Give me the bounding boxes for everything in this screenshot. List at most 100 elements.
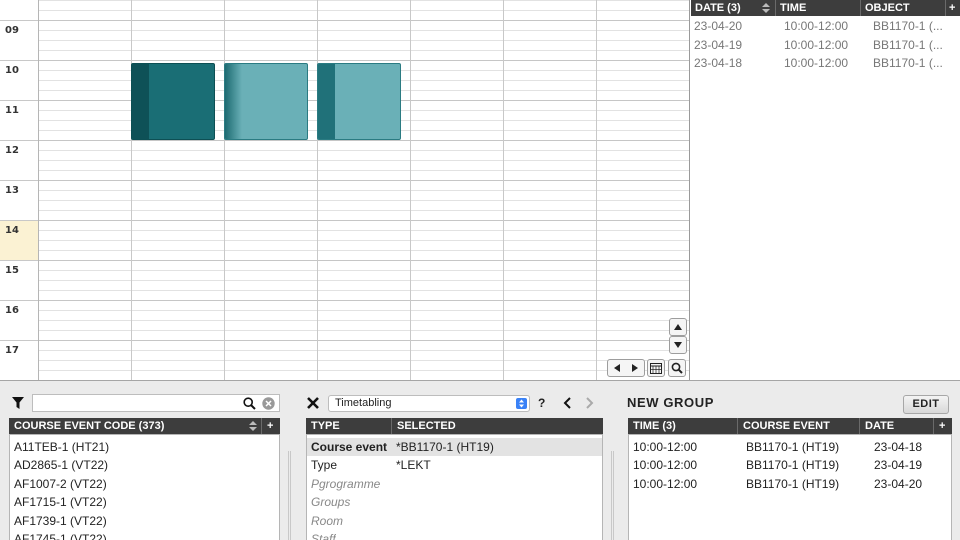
day-column-divider	[317, 0, 318, 380]
add-column-button[interactable]: +	[946, 0, 960, 16]
selected-cell: *LEKT	[396, 458, 431, 472]
day-column-divider	[224, 0, 225, 380]
new-group-header: TIME (3) COURSE EVENT DATE +	[628, 418, 952, 434]
object-cell: BB1170-1 (...	[873, 38, 943, 52]
column-label: SELECTED	[397, 420, 456, 432]
booking-block[interactable]	[317, 63, 401, 140]
column-label: DATE (3)	[695, 2, 741, 14]
hour-cell-12: 12	[0, 140, 38, 180]
selected-column-header[interactable]: SELECTED	[392, 418, 603, 434]
help-button[interactable]: ?	[538, 396, 545, 410]
quarter-gridline	[39, 40, 689, 41]
quarter-gridline	[39, 360, 689, 361]
new-group-title: NEW GROUP	[627, 395, 715, 410]
booking-stripe	[132, 64, 149, 139]
hour-label: 13	[5, 185, 19, 196]
booking-stripe	[318, 64, 335, 139]
quarter-gridline	[39, 230, 689, 231]
add-column-button[interactable]: +	[262, 418, 280, 434]
quarter-gridline	[39, 160, 689, 161]
select-value: Timetabling	[335, 397, 392, 409]
course-event-column-header[interactable]: COURSE EVENT	[738, 418, 860, 434]
table-row[interactable]: 23-04-19 10:00-12:00 BB1170-1 (...	[691, 36, 960, 54]
filter-row[interactable]: Room	[307, 512, 602, 530]
table-row[interactable]: 23-04-20 10:00-12:00 BB1170-1 (...	[691, 17, 960, 35]
calendar-button[interactable]	[647, 359, 665, 377]
prev-next-buttons[interactable]	[607, 359, 645, 377]
quarter-gridline	[39, 50, 689, 51]
time-column-header[interactable]: TIME	[776, 0, 861, 16]
object-column-header[interactable]: OBJECT	[861, 0, 946, 16]
triangle-left-icon[interactable]	[614, 364, 620, 372]
add-column-button[interactable]: +	[934, 418, 952, 434]
table-row[interactable]: 10:00-12:00 BB1170-1 (HT19) 23-04-19	[629, 456, 951, 474]
filter-row[interactable]: Groups	[307, 493, 602, 511]
filter-row[interactable]: Pgrogramme	[307, 475, 602, 493]
magnifier-icon	[671, 362, 683, 374]
chevron-left-icon[interactable]	[563, 397, 571, 409]
list-item[interactable]: AF1739-1 (VT22)	[14, 512, 107, 530]
new-group-table[interactable]: 10:00-12:00 BB1170-1 (HT19) 23-04-18 10:…	[628, 434, 952, 540]
chevron-right-icon[interactable]	[586, 397, 594, 409]
object-cell: BB1170-1 (...	[873, 19, 943, 33]
course-list[interactable]: A11TEB-1 (HT21) AD2865-1 (VT22) AF1007-2…	[9, 434, 280, 540]
list-item[interactable]: AF1745-1 (VT22)	[14, 530, 107, 540]
search-icon[interactable]	[243, 397, 256, 410]
date-cell: 23-04-19	[694, 38, 743, 52]
table-row[interactable]: 10:00-12:00 BB1170-1 (HT19) 23-04-20	[629, 475, 951, 493]
zoom-button[interactable]	[668, 359, 686, 377]
hour-cell-14: 14	[0, 220, 38, 260]
filter-row[interactable]: Course event *BB1170-1 (HT19)	[307, 438, 602, 456]
hour-gridline	[39, 60, 689, 61]
table-row[interactable]: 23-04-18 10:00-12:00 BB1170-1 (...	[691, 54, 960, 72]
filter-icon[interactable]	[12, 397, 24, 409]
table-row[interactable]: 10:00-12:00 BB1170-1 (HT19) 23-04-18	[629, 438, 951, 456]
splitter[interactable]	[611, 451, 614, 540]
course-search-input[interactable]	[32, 394, 280, 412]
scroll-up-button[interactable]	[669, 318, 687, 336]
day-column-divider	[503, 0, 504, 380]
quarter-gridline	[39, 200, 689, 201]
column-label: TIME	[780, 2, 807, 14]
plus-icon: +	[939, 420, 946, 432]
list-item[interactable]: AF1007-2 (VT22)	[14, 475, 107, 493]
plus-icon: +	[949, 2, 956, 14]
filter-row[interactable]: Staff	[307, 530, 602, 540]
date-cell: 23-04-20	[694, 19, 743, 33]
selection-list-panel: DATE (3) TIME OBJECT + 23-04-20 10:00-12…	[691, 0, 960, 380]
hour-label: 16	[5, 305, 19, 316]
filter-table[interactable]: Course event *BB1170-1 (HT19) Type *LEKT…	[306, 434, 603, 540]
quarter-gridline	[39, 150, 689, 151]
scroll-down-button[interactable]	[669, 336, 687, 354]
time-grid[interactable]	[39, 0, 689, 380]
list-item[interactable]: AD2865-1 (VT22)	[14, 456, 108, 474]
quarter-gridline	[39, 170, 689, 171]
calendar-icon	[650, 363, 662, 374]
day-column-divider	[596, 0, 597, 380]
clear-icon[interactable]	[262, 397, 275, 410]
hour-cell-10: 10	[0, 60, 38, 100]
list-item[interactable]: A11TEB-1 (HT21)	[14, 438, 109, 456]
day-column-divider	[410, 0, 411, 380]
quarter-gridline	[39, 250, 689, 251]
time-column-header[interactable]: TIME (3)	[628, 418, 738, 434]
calendar-view[interactable]: 09 10 11 12 13 14 15 16 17	[0, 0, 690, 380]
booking-block[interactable]	[224, 63, 308, 140]
list-item[interactable]: AF1715-1 (VT22)	[14, 493, 107, 511]
filter-row[interactable]: Type *LEKT	[307, 456, 602, 474]
hour-label: 09	[5, 25, 19, 36]
date-column-header[interactable]: DATE	[860, 418, 934, 434]
close-icon[interactable]	[307, 397, 319, 409]
time-cell: 10:00-12:00	[633, 477, 698, 491]
timetabling-select[interactable]: Timetabling	[328, 395, 530, 412]
hour-cell-09: 09	[0, 20, 38, 60]
course-code-column-header[interactable]: COURSE EVENT CODE (373)	[9, 418, 262, 434]
type-column-header[interactable]: TYPE	[306, 418, 392, 434]
booking-stripe	[225, 64, 242, 139]
triangle-right-icon[interactable]	[632, 364, 638, 372]
splitter[interactable]	[288, 451, 291, 540]
booking-block[interactable]	[131, 63, 215, 140]
edit-button[interactable]: EDIT	[903, 395, 949, 414]
sort-icon	[762, 3, 770, 13]
date-column-header[interactable]: DATE (3)	[691, 0, 776, 16]
